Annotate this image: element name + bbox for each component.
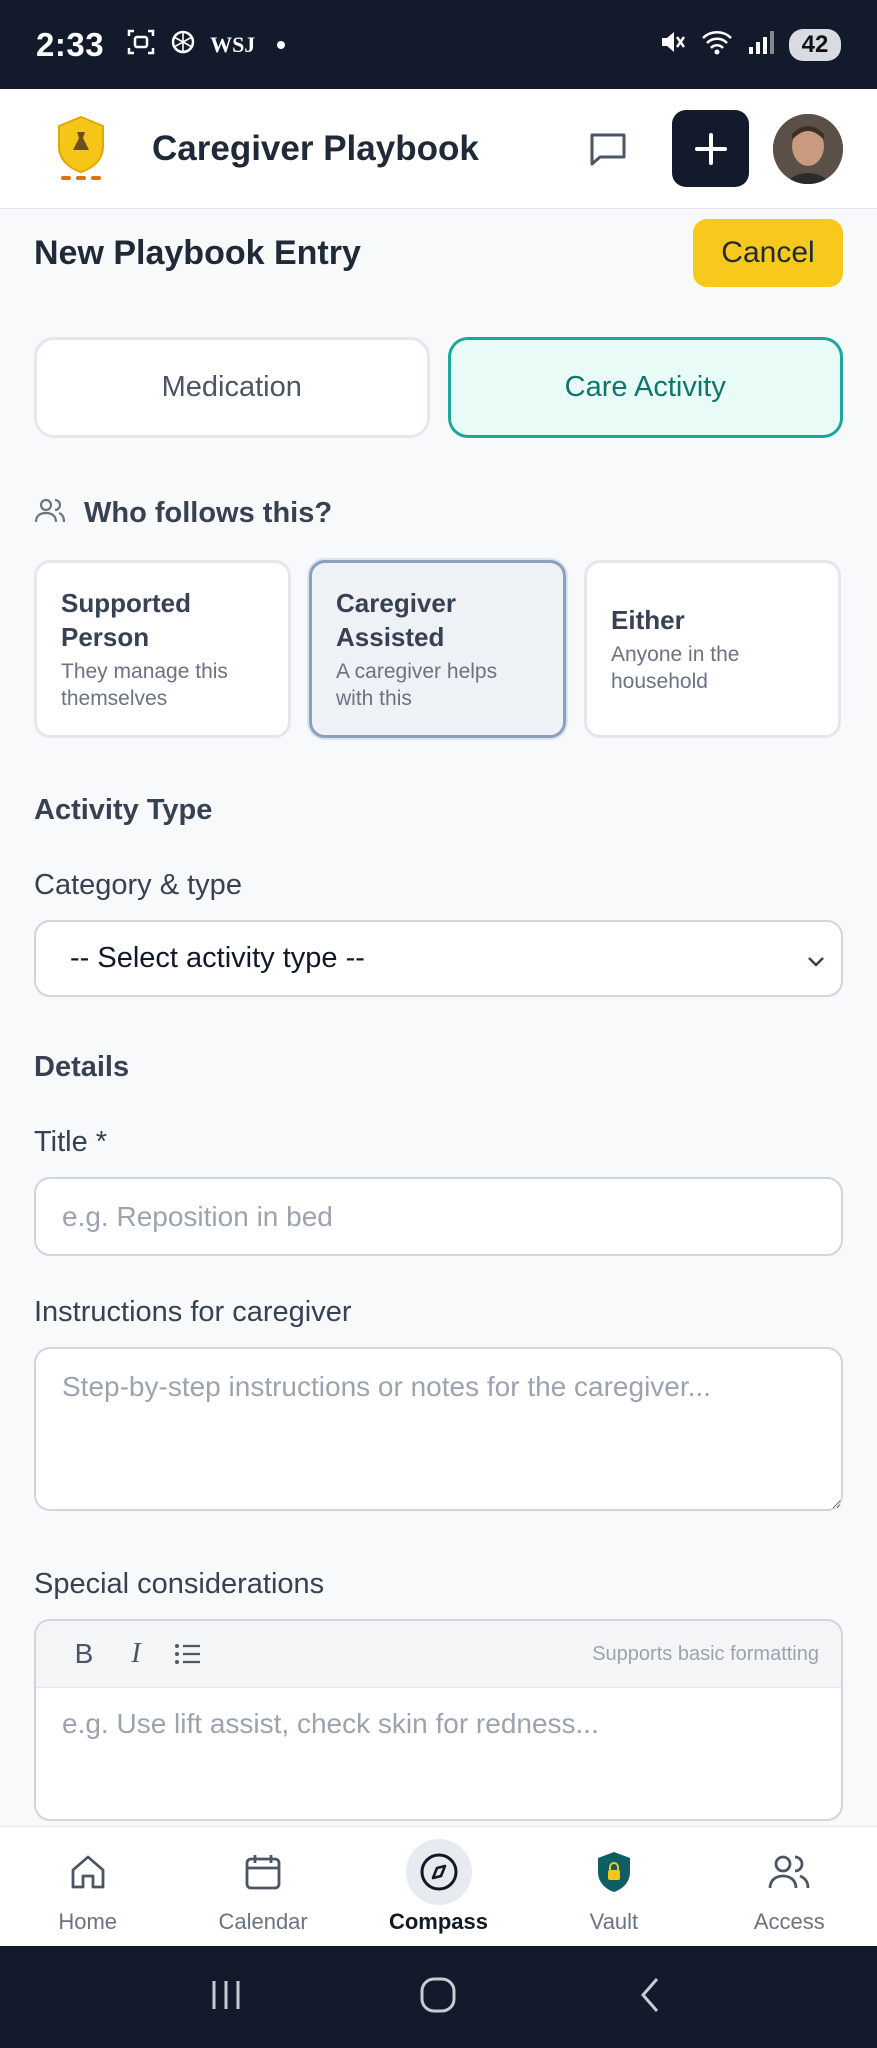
chevron-down-icon: [805, 948, 827, 981]
option-desc: They manage this themselves: [61, 660, 228, 710]
italic-icon: I: [131, 1638, 141, 1669]
openai-icon: [168, 27, 198, 62]
vault-lock-icon: [581, 1839, 647, 1905]
option-desc: Anyone in the household: [611, 643, 740, 693]
battery-icon: 42: [789, 28, 841, 61]
bold-button[interactable]: B: [58, 1632, 110, 1676]
nav-compass[interactable]: Compass: [351, 1827, 526, 1946]
nav-label: Home: [58, 1908, 118, 1934]
shield-logo-icon[interactable]: [34, 102, 128, 196]
home-button-icon[interactable]: [417, 1974, 459, 2021]
screenshot-icon: [126, 27, 156, 62]
option-caregiver-assisted[interactable]: Caregiver Assisted A caregiver helps wit…: [309, 560, 566, 738]
wifi-icon: [701, 28, 733, 61]
nav-calendar[interactable]: Calendar: [175, 1827, 350, 1946]
status-left-icons: WSJ: [126, 27, 286, 62]
option-either[interactable]: Either Anyone in the household: [584, 560, 841, 738]
nav-label: Vault: [589, 1908, 639, 1934]
formatting-hint: Supports basic formatting: [592, 1642, 819, 1665]
bold-icon: B: [74, 1638, 94, 1669]
category-label: Category & type: [34, 869, 242, 901]
special-considerations-label: Special considerations: [34, 1568, 325, 1600]
plus-icon: [694, 132, 727, 165]
option-title: Supported Person: [61, 588, 191, 652]
users-icon: [756, 1839, 822, 1905]
activity-section-label: Activity Type: [34, 794, 213, 826]
nav-access[interactable]: Access: [702, 1827, 877, 1946]
dot-icon: [277, 40, 286, 49]
chat-icon[interactable]: [578, 119, 638, 179]
nav-label: Compass: [388, 1908, 489, 1934]
instructions-textarea[interactable]: [34, 1347, 843, 1511]
recents-icon[interactable]: [206, 1975, 246, 2020]
list-icon: [175, 1644, 200, 1664]
status-time: 2:33: [36, 25, 105, 63]
avatar[interactable]: [773, 113, 843, 184]
title-input[interactable]: [34, 1177, 843, 1256]
wsj-icon: WSJ: [210, 31, 256, 57]
follows-label: Who follows this?: [84, 496, 333, 529]
instructions-label: Instructions for caregiver: [34, 1296, 352, 1328]
option-desc: A caregiver helps with this: [336, 660, 498, 710]
nav-label: Access: [753, 1908, 825, 1934]
signal-icon: [747, 29, 775, 60]
app-title: Caregiver Playbook: [152, 128, 479, 168]
bottom-nav: Home Calendar Compass Vault Access: [0, 1826, 877, 1946]
compass-icon: [405, 1838, 472, 1905]
special-considerations-editor: B I Supports basic formatting e.g. Use l…: [34, 1619, 843, 1821]
select-value: -- Select activity type --: [70, 942, 365, 974]
special-considerations-input[interactable]: e.g. Use lift assist, check skin for red…: [36, 1688, 841, 1760]
users-icon: [34, 495, 66, 532]
entry-form: New Playbook Entry Cancel Medication Car…: [34, 209, 843, 1821]
calendar-icon: [230, 1839, 296, 1905]
activity-type-select[interactable]: -- Select activity type --: [34, 920, 843, 997]
title-label: Title *: [34, 1126, 108, 1158]
app-header: Caregiver Playbook: [0, 89, 877, 209]
nav-vault[interactable]: Vault: [526, 1827, 701, 1946]
list-button[interactable]: [162, 1632, 214, 1676]
mute-icon: [657, 27, 687, 62]
page-title: New Playbook Entry: [34, 233, 361, 272]
details-section-label: Details: [34, 1051, 130, 1083]
tab-medication[interactable]: Medication: [34, 337, 430, 438]
cancel-button[interactable]: Cancel: [693, 219, 843, 287]
option-title: Either: [611, 605, 685, 635]
back-icon[interactable]: [631, 1975, 671, 2020]
system-nav-bar: [0, 1946, 877, 2048]
status-bar: 2:33 WSJ 42: [0, 0, 877, 89]
nav-label: Calendar: [218, 1908, 308, 1934]
italic-button[interactable]: I: [110, 1632, 162, 1676]
tab-care-activity[interactable]: Care Activity: [447, 337, 843, 438]
option-supported-person[interactable]: Supported Person They manage this themse…: [34, 560, 291, 738]
home-icon: [55, 1839, 121, 1905]
add-button[interactable]: [672, 110, 749, 187]
editor-toolbar: B I Supports basic formatting: [36, 1621, 841, 1688]
follows-options: Supported Person They manage this themse…: [34, 560, 843, 738]
option-title: Caregiver Assisted: [336, 588, 456, 652]
entry-type-tabs: Medication Care Activity: [34, 337, 843, 438]
nav-home[interactable]: Home: [0, 1827, 175, 1946]
